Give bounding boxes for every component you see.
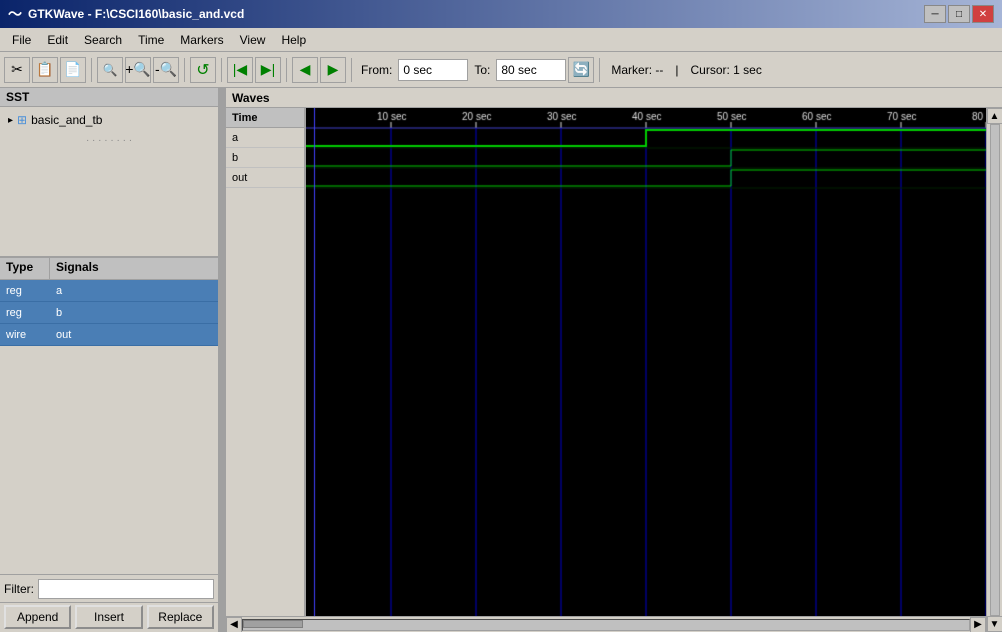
toolbar-sep2 (184, 58, 185, 82)
waves-header: Waves (226, 88, 1002, 108)
waves-with-scroll: Time a b out ◀ (226, 108, 1002, 632)
toolbar-undo[interactable]: ↺ (190, 57, 216, 83)
signals-list: reg a reg b wire out (0, 280, 218, 574)
sst-tree: ▸ ⊞ basic_and_tb (0, 107, 218, 133)
signal-row-b[interactable]: reg b (0, 302, 218, 324)
tree-node-label: basic_and_tb (31, 113, 102, 127)
waveform-canvas[interactable] (306, 108, 986, 616)
marker-info: Marker: -- (605, 63, 669, 77)
menu-view[interactable]: View (232, 31, 274, 49)
signal-name-b: b (50, 305, 218, 321)
app-icon: 〜 (8, 4, 22, 24)
toolbar-zoom-out[interactable]: -🔍 (153, 57, 179, 83)
sst-header: SST (0, 88, 218, 107)
tree-item-root[interactable]: ▸ ⊞ basic_and_tb (4, 111, 214, 129)
sep-pipe: | (671, 63, 682, 77)
toolbar-back[interactable]: ◀ (292, 57, 318, 83)
toolbar: ✂ 📋 📄 🔍 +🔍 -🔍 ↺ |◀ ▶| ◀ ▶ From: To: 🔄 Ma… (0, 52, 1002, 88)
toolbar-begin[interactable]: |◀ (227, 57, 253, 83)
titlebar: 〜 GTKWave - F:\CSCI160\basic_and.vcd ─ □… (0, 0, 1002, 28)
tree-node-icon: ⊞ (17, 113, 27, 127)
filter-bar: Filter: (0, 574, 218, 602)
signal-type-a: reg (0, 283, 50, 299)
toolbar-copy[interactable]: 📋 (32, 57, 58, 83)
toolbar-zoom-in[interactable]: +🔍 (125, 57, 151, 83)
wave-signal-b: b (226, 148, 304, 168)
menu-markers[interactable]: Markers (172, 31, 231, 49)
toolbar-sep3 (221, 58, 222, 82)
hscrollbar[interactable]: ◀ ▶ (226, 616, 986, 632)
replace-button[interactable]: Replace (147, 605, 214, 629)
vscrollbar[interactable]: ▲ ▼ (986, 108, 1002, 632)
waves-section: Waves Time a b out (226, 88, 1002, 632)
toolbar-sep5 (351, 58, 352, 82)
signal-type-b: reg (0, 305, 50, 321)
signal-names-col: Time a b out (226, 108, 306, 616)
hscroll-right-btn[interactable]: ▶ (970, 617, 986, 632)
append-button[interactable]: Append (4, 605, 71, 629)
filter-label: Filter: (4, 582, 34, 596)
menu-search[interactable]: Search (76, 31, 130, 49)
menu-file[interactable]: File (4, 31, 39, 49)
toolbar-end[interactable]: ▶| (255, 57, 281, 83)
from-label: From: (357, 63, 396, 77)
signal-type-out: wire (0, 327, 50, 343)
left-panel: SST ▸ ⊞ basic_and_tb · · · · · · · · Typ… (0, 88, 220, 632)
toolbar-cut[interactable]: ✂ (4, 57, 30, 83)
toolbar-sep1 (91, 58, 92, 82)
toolbar-forward[interactable]: ▶ (320, 57, 346, 83)
sst-title: SST (6, 90, 29, 104)
maximize-button[interactable]: □ (948, 5, 970, 23)
tree-expand-icon[interactable]: ▸ (8, 115, 13, 126)
time-col-header: Time (226, 108, 304, 128)
signal-row-a[interactable]: reg a (0, 280, 218, 302)
waveform-container[interactable] (306, 108, 986, 616)
waves-main: Time a b out ◀ (226, 108, 986, 632)
to-label: To: (470, 63, 494, 77)
drag-handle: · · · · · · · · (0, 133, 218, 148)
toolbar-paste[interactable]: 📄 (60, 57, 86, 83)
right-panel: Waves Time a b out (226, 88, 1002, 632)
signals-col-header: Signals (50, 258, 218, 279)
toolbar-zoom-fit[interactable]: 🔍 (97, 57, 123, 83)
hscroll-left-btn[interactable]: ◀ (226, 617, 242, 632)
menu-time[interactable]: Time (130, 31, 172, 49)
vscroll-up-btn[interactable]: ▲ (987, 108, 1002, 124)
toolbar-refresh[interactable]: 🔄 (568, 57, 594, 83)
hscroll-track[interactable] (242, 619, 970, 631)
close-button[interactable]: ✕ (972, 5, 994, 23)
sst-panel: SST ▸ ⊞ basic_and_tb · · · · · · · · (0, 88, 218, 258)
minimize-button[interactable]: ─ (924, 5, 946, 23)
titlebar-title: GTKWave - F:\CSCI160\basic_and.vcd (28, 7, 244, 21)
signal-name-out: out (50, 327, 218, 343)
cursor-info: Cursor: 1 sec (684, 63, 767, 77)
filter-input[interactable] (38, 579, 214, 599)
waves-body: Time a b out (226, 108, 986, 616)
toolbar-sep4 (286, 58, 287, 82)
signals-header: Type Signals (0, 258, 218, 280)
titlebar-left: 〜 GTKWave - F:\CSCI160\basic_and.vcd (8, 4, 244, 24)
menu-help[interactable]: Help (273, 31, 314, 49)
wave-signal-out: out (226, 168, 304, 188)
type-col-header: Type (0, 258, 50, 279)
toolbar-sep6 (599, 58, 600, 82)
action-buttons: Append Insert Replace (0, 602, 218, 632)
signals-panel: Type Signals reg a reg b wire out (0, 258, 218, 632)
main-content: SST ▸ ⊞ basic_and_tb · · · · · · · · Typ… (0, 88, 1002, 632)
menu-edit[interactable]: Edit (39, 31, 76, 49)
vscroll-down-btn[interactable]: ▼ (987, 616, 1002, 632)
wave-signal-a: a (226, 128, 304, 148)
signal-row-out[interactable]: wire out (0, 324, 218, 346)
waves-title: Waves (232, 91, 270, 105)
to-input[interactable] (496, 59, 566, 81)
hscroll-thumb[interactable] (243, 620, 303, 628)
menubar: File Edit Search Time Markers View Help (0, 28, 1002, 52)
titlebar-controls[interactable]: ─ □ ✕ (924, 5, 994, 23)
insert-button[interactable]: Insert (75, 605, 142, 629)
vscroll-track[interactable] (990, 124, 1000, 616)
signal-name-a: a (50, 283, 218, 299)
from-input[interactable] (398, 59, 468, 81)
